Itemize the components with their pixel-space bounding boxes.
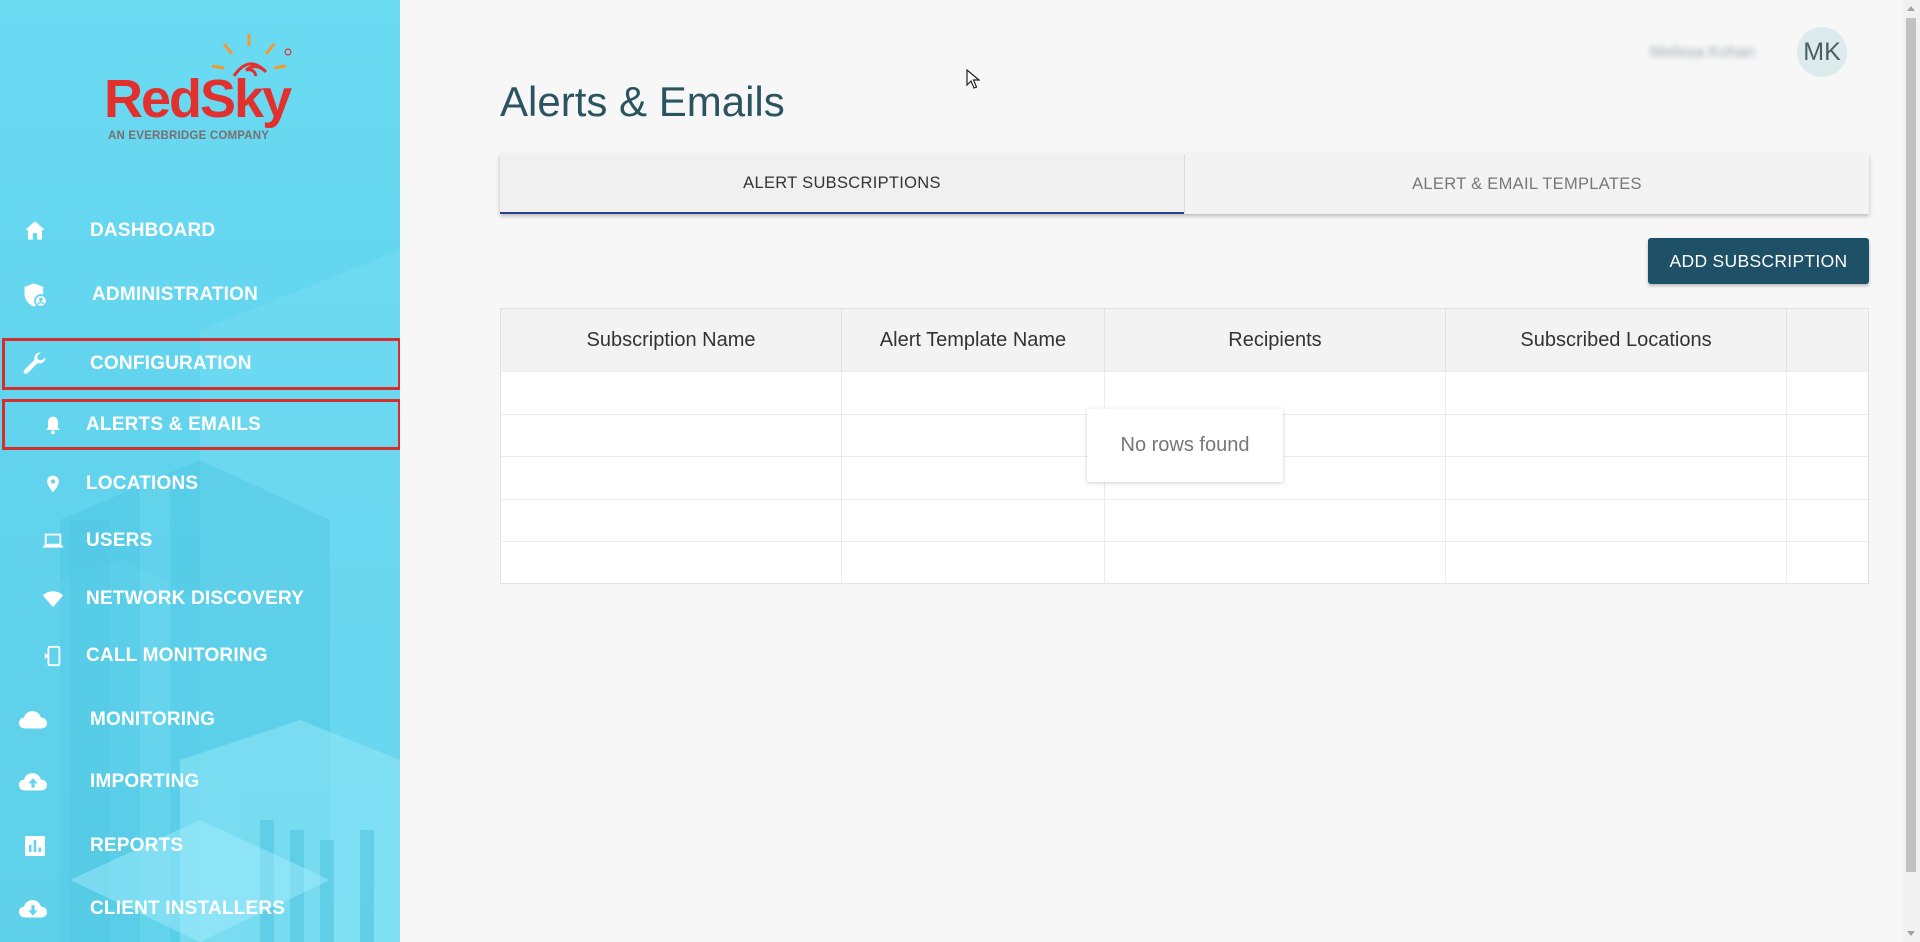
sidebar-item-client-installers[interactable]: CLIENT INSTALLERS: [0, 884, 400, 934]
sidebar-item-configuration[interactable]: CONFIGURATION: [2, 338, 400, 390]
sidebar-item-label: ALERTS & EMAILS: [86, 413, 262, 435]
table-row-empty: [501, 371, 1868, 414]
page-title: Alerts & Emails: [500, 78, 785, 125]
map-pin-icon: [38, 469, 68, 499]
sidebar-item-dashboard[interactable]: DASHBOARD: [0, 206, 400, 256]
sidebar-item-label: LOCATIONS: [86, 473, 199, 494]
column-header-recipients[interactable]: Recipients: [1105, 309, 1446, 371]
redsky-logo: RedSky AN EVERBRIDGE COMPANY: [104, 32, 304, 144]
tab-alert-email-templates[interactable]: ALERT & EMAIL TEMPLATES: [1184, 154, 1869, 214]
column-header-subscribed-locations[interactable]: Subscribed Locations: [1446, 309, 1787, 371]
phone-device-icon: [38, 641, 68, 671]
user-name[interactable]: Melissa Kohan: [1650, 44, 1755, 62]
sidebar-item-reports[interactable]: REPORTS: [0, 821, 400, 871]
wrench-icon: [20, 349, 50, 379]
sidebar-item-network-discovery[interactable]: NETWORK DISCOVERY: [0, 574, 400, 624]
logo-wordmark: RedSky: [104, 69, 292, 129]
sidebar-item-importing[interactable]: IMPORTING: [0, 757, 400, 807]
scroll-down-arrow-icon[interactable]: [1907, 931, 1915, 936]
sidebar-item-label: USERS: [86, 530, 153, 551]
laptop-icon: [38, 526, 68, 556]
shield-user-icon: [20, 280, 50, 310]
sidebar-item-administration[interactable]: ADMINISTRATION: [0, 270, 400, 320]
bar-chart-icon: [20, 831, 50, 861]
sidebar-item-monitoring[interactable]: MONITORING: [0, 695, 400, 745]
column-header-actions: [1787, 309, 1868, 371]
tab-bar: ALERT SUBSCRIPTIONS ALERT & EMAIL TEMPLA…: [500, 154, 1869, 214]
sidebar-item-alerts-emails[interactable]: ALERTS & EMAILS: [2, 399, 400, 450]
mouse-cursor-icon: [966, 69, 980, 89]
page-scrollbar[interactable]: [1902, 0, 1920, 942]
sidebar-item-users[interactable]: USERS: [0, 516, 400, 566]
sidebar-item-label: CONFIGURATION: [90, 353, 252, 374]
cloud-upload-icon: [18, 767, 48, 797]
scrollbar-thumb[interactable]: [1906, 18, 1916, 872]
sidebar-item-label: ADMINISTRATION: [92, 284, 259, 305]
add-subscription-button[interactable]: ADD SUBSCRIPTION: [1648, 238, 1869, 284]
cloud-download-icon: [18, 894, 48, 924]
scroll-up-arrow-icon[interactable]: [1907, 6, 1915, 11]
sidebar-item-label: IMPORTING: [90, 771, 200, 792]
home-icon: [20, 216, 50, 246]
sidebar-item-label: DASHBOARD: [90, 220, 216, 241]
sidebar-item-label: MONITORING: [90, 709, 216, 730]
sidebar-item-label: CALL MONITORING: [86, 645, 268, 666]
sidebar-item-label: NETWORK DISCOVERY: [86, 588, 305, 609]
wifi-icon: [38, 584, 68, 614]
table-row-empty: [501, 541, 1868, 584]
avatar[interactable]: MK: [1797, 27, 1847, 77]
table-row-empty: [501, 498, 1868, 541]
table-header: Subscription Name Alert Template Name Re…: [501, 309, 1868, 371]
tab-alert-subscriptions[interactable]: ALERT SUBSCRIPTIONS: [500, 154, 1184, 214]
sidebar-item-call-monitoring[interactable]: CALL MONITORING: [0, 631, 400, 681]
column-header-alert-template-name[interactable]: Alert Template Name: [842, 309, 1105, 371]
sidebar-item-locations[interactable]: LOCATIONS: [0, 459, 400, 509]
sidebar-item-label: REPORTS: [90, 835, 184, 856]
column-header-subscription-name[interactable]: Subscription Name: [501, 309, 842, 371]
bell-icon: [38, 410, 68, 440]
cloud-icon: [18, 705, 48, 735]
sidebar-item-label: CLIENT INSTALLERS: [90, 898, 286, 919]
logo-tagline: AN EVERBRIDGE COMPANY: [108, 130, 270, 142]
no-rows-overlay: No rows found: [1087, 409, 1283, 482]
sidebar: RedSky AN EVERBRIDGE COMPANY DASHBOARD A…: [0, 0, 400, 942]
